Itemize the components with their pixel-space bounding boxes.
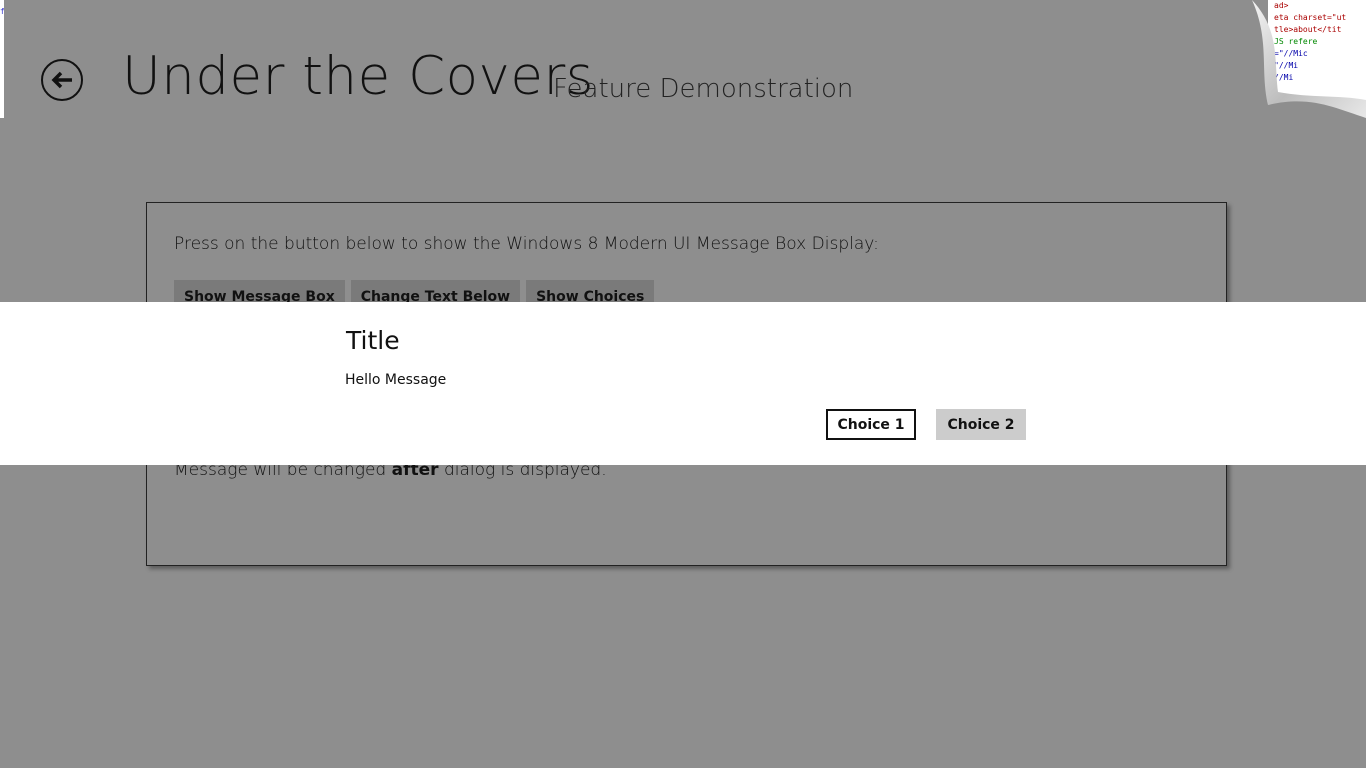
choice-1-button[interactable]: Choice 1: [826, 409, 916, 440]
instruction-text: Press on the button below to show the Wi…: [174, 234, 879, 254]
page-subtitle: Feature Demonstration: [553, 74, 854, 104]
choice-2-button[interactable]: Choice 2: [936, 409, 1026, 440]
page-curl-icon: [1250, 0, 1366, 118]
code-edge-strip: f: [0, 0, 4, 118]
page-curl[interactable]: ad> eta charset="ut tle>about</tit JS re…: [1250, 0, 1366, 118]
dialog-message: Hello Message: [345, 372, 447, 388]
message-dialog: Title Hello Message Choice 1 Choice 2: [0, 302, 1366, 465]
dialog-title: Title: [346, 326, 400, 355]
page-title: Under the Covers: [122, 46, 594, 107]
back-button[interactable]: [41, 59, 83, 101]
back-arrow-icon: [51, 71, 72, 89]
